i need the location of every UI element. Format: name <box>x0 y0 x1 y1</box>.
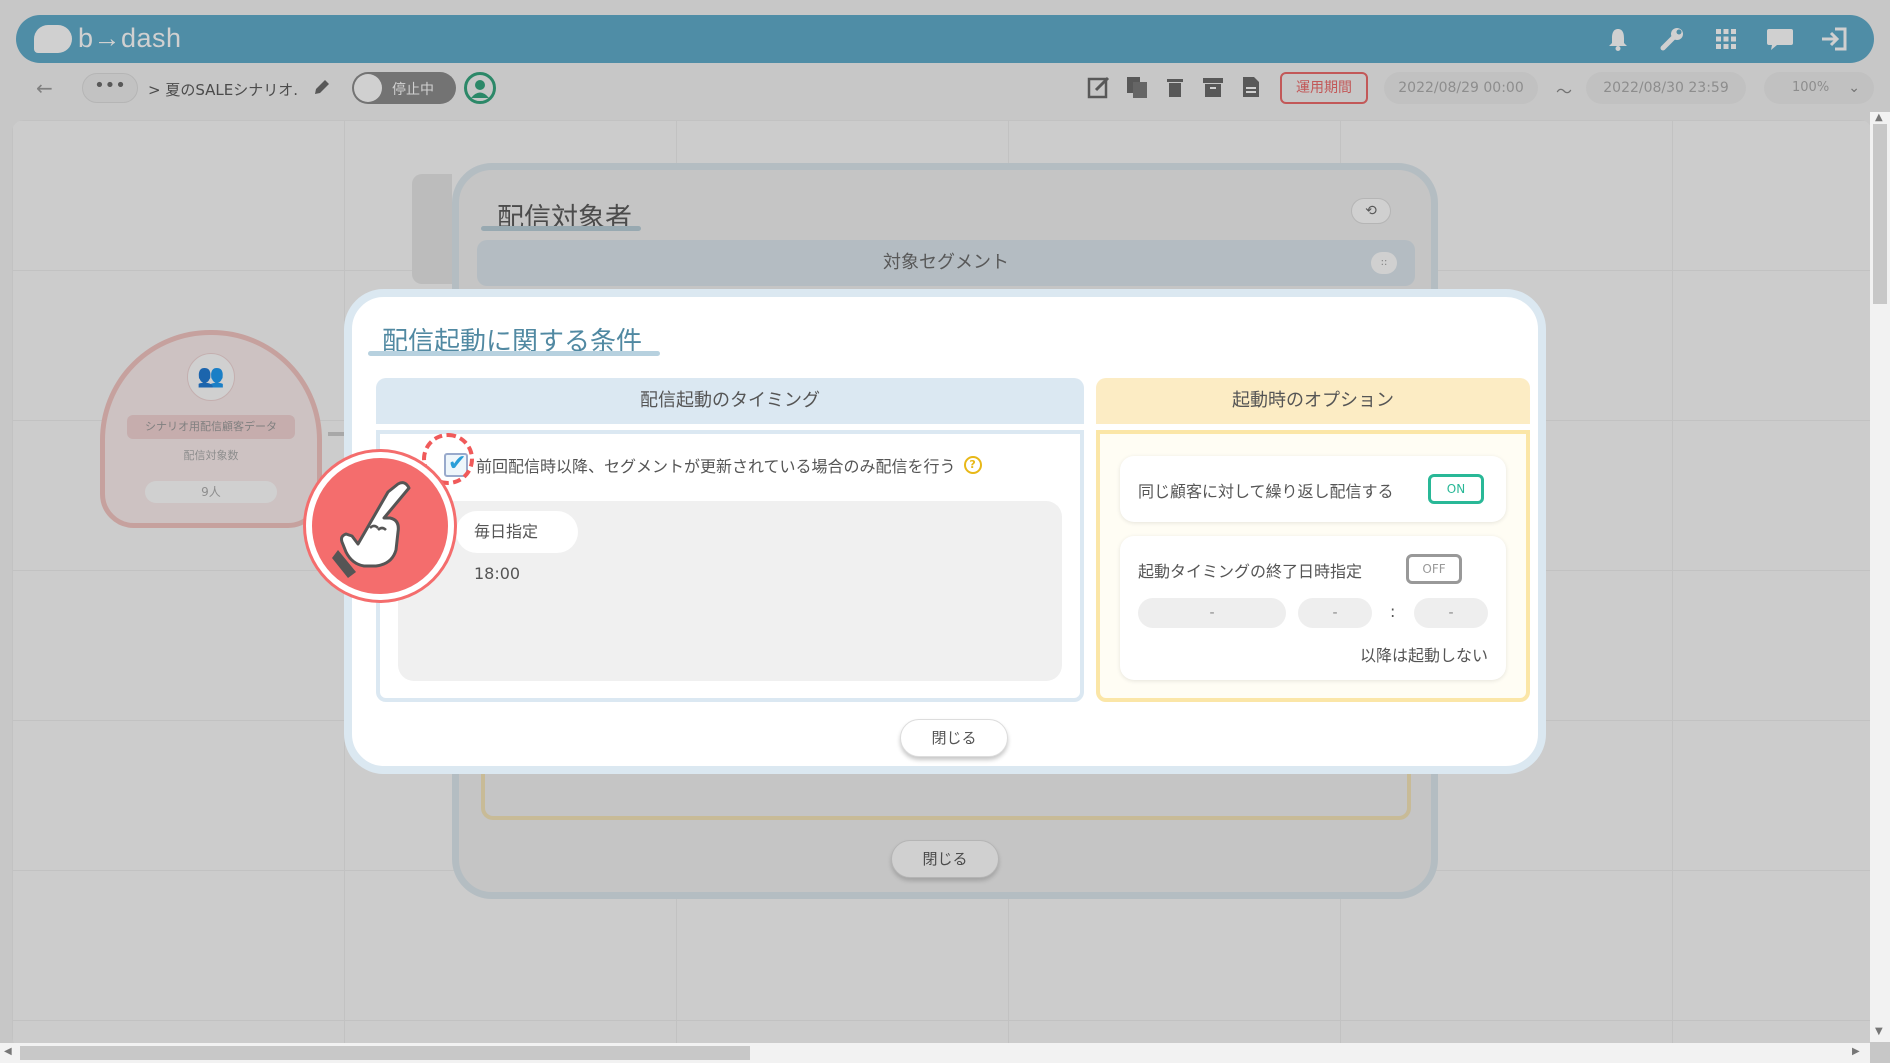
no-trigger-after-note: 以降は起動しない <box>1359 646 1488 665</box>
scroll-right-icon[interactable]: ▶ <box>1852 1046 1860 1057</box>
end-datetime-switch[interactable]: OFF <box>1406 554 1462 584</box>
time-colon: : <box>1390 602 1396 621</box>
end-minute-field[interactable]: - <box>1414 598 1488 628</box>
hand-pointer-icon <box>306 452 454 600</box>
schedule-panel: 毎日指定 18:00 <box>398 501 1062 681</box>
modal-close-button[interactable]: 閉じる <box>900 719 1008 757</box>
end-datetime-label: 起動タイミングの終了日時指定 <box>1138 562 1363 581</box>
horizontal-scrollbar[interactable]: ◀ ▶ <box>0 1043 1870 1063</box>
vertical-scrollbar[interactable]: ▲ ▼ <box>1870 112 1890 1042</box>
help-icon[interactable]: ? <box>963 456 982 474</box>
modal-title-underline <box>368 351 660 356</box>
timing-header: 配信起動のタイミング <box>376 378 1084 424</box>
end-datetime-card: 起動タイミングの終了日時指定 OFF - - : - 以降は起動しない <box>1120 536 1506 680</box>
scroll-left-icon[interactable]: ◀ <box>4 1046 12 1057</box>
timing-panel: ✔ 前回配信時以降、セグメントが更新されている場合のみ配信を行う ? 毎日指定 … <box>376 430 1084 702</box>
end-date-field[interactable]: - <box>1138 598 1286 628</box>
scroll-down-icon[interactable]: ▼ <box>1875 1026 1883 1037</box>
repeat-delivery-card: 同じ顧客に対して繰り返し配信する ON <box>1120 456 1506 522</box>
options-header: 起動時のオプション <box>1096 378 1530 424</box>
repeat-delivery-switch[interactable]: ON <box>1428 474 1484 504</box>
horizontal-scroll-thumb[interactable] <box>20 1046 750 1060</box>
vertical-scroll-thumb[interactable] <box>1873 124 1887 304</box>
repeat-delivery-label: 同じ顧客に対して繰り返し配信する <box>1138 482 1394 501</box>
segment-updated-only-row: ✔ 前回配信時以降、セグメントが更新されている場合のみ配信を行う ? <box>444 451 982 478</box>
delivery-trigger-conditions-modal: 配信起動に関する条件 配信起動のタイミング ✔ 前回配信時以降、セグメントが更新… <box>344 289 1546 774</box>
daily-schedule-chip[interactable]: 毎日指定 18:00 <box>456 511 578 583</box>
scroll-up-icon[interactable]: ▲ <box>1875 112 1883 123</box>
options-panel: 同じ顧客に対して繰り返し配信する ON 起動タイミングの終了日時指定 OFF -… <box>1096 430 1530 702</box>
end-hour-field[interactable]: - <box>1298 598 1372 628</box>
segment-updated-only-label: 前回配信時以降、セグメントが更新されている場合のみ配信を行う <box>476 457 956 476</box>
